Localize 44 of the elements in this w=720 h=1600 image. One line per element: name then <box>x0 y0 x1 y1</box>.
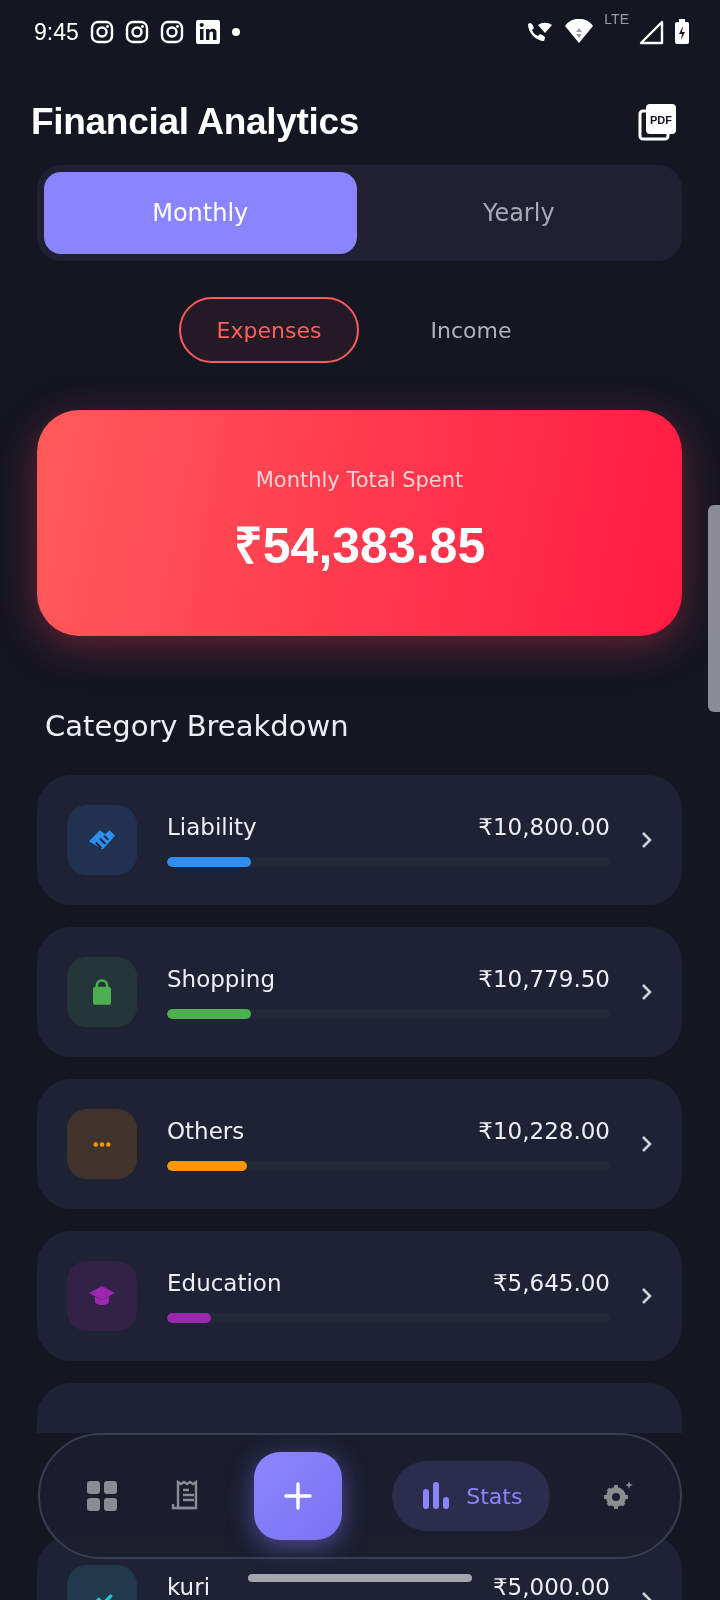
dots-icon <box>93 1141 111 1147</box>
category-amount: ₹10,228.00 <box>478 1117 610 1144</box>
category-name: Others <box>167 1117 245 1144</box>
category-card[interactable]: Others ₹10,228.00 <box>37 1079 682 1209</box>
network-app-icon <box>194 19 221 45</box>
scrollbar-thumb[interactable] <box>708 505 720 712</box>
category-card[interactable]: Shopping ₹10,779.50 <box>37 927 682 1057</box>
period-tab[interactable]: Yearly <box>362 172 675 254</box>
camera-app-icon <box>159 20 184 44</box>
category-name: kuri <box>167 1573 211 1600</box>
battery-charging-icon <box>674 19 690 45</box>
handshake-icon <box>89 829 115 851</box>
notification-dot-icon <box>231 28 240 36</box>
camera-app-icon <box>89 20 114 44</box>
category-amount: ₹5,000.00 <box>492 1573 610 1600</box>
network-type-label: LTE <box>604 11 629 27</box>
section-title: Category Breakdown <box>45 709 350 745</box>
category-card[interactable]: Education ₹5,645.00 <box>37 1231 682 1361</box>
category-name: Shopping <box>167 965 275 992</box>
chevron-right-icon <box>640 1287 654 1305</box>
signal-icon <box>639 19 664 45</box>
category-amount: ₹5,645.00 <box>492 1269 610 1296</box>
stats-nav-button[interactable]: Stats <box>392 1461 551 1531</box>
clock-time: 9:45 <box>34 18 79 46</box>
graduation-cap-icon <box>89 1286 115 1306</box>
category-amount: ₹10,800.00 <box>478 813 610 840</box>
category-name: Education <box>167 1269 282 1296</box>
category-amount: ₹10,779.50 <box>478 965 610 992</box>
grid-icon <box>85 1479 120 1513</box>
dashboard-nav-button[interactable] <box>85 1479 120 1513</box>
wifi-icon <box>564 19 595 45</box>
chevron-right-icon <box>640 831 654 849</box>
type-tab[interactable]: Expenses <box>179 297 359 363</box>
chevron-right-icon <box>640 983 654 1001</box>
chevron-right-icon <box>640 1135 654 1153</box>
page-title: Financial Analytics <box>31 101 360 143</box>
camera-app-icon <box>124 20 149 44</box>
total-label: Monthly Total Spent <box>255 468 464 492</box>
total-amount: ₹54,383.85 <box>233 517 486 576</box>
add-button[interactable] <box>253 1452 342 1540</box>
type-tab[interactable]: Income <box>381 297 561 363</box>
bag-icon <box>93 979 111 1005</box>
category-name: Liability <box>167 813 257 840</box>
category-card[interactable]: Liability ₹10,800.00 <box>37 775 682 905</box>
